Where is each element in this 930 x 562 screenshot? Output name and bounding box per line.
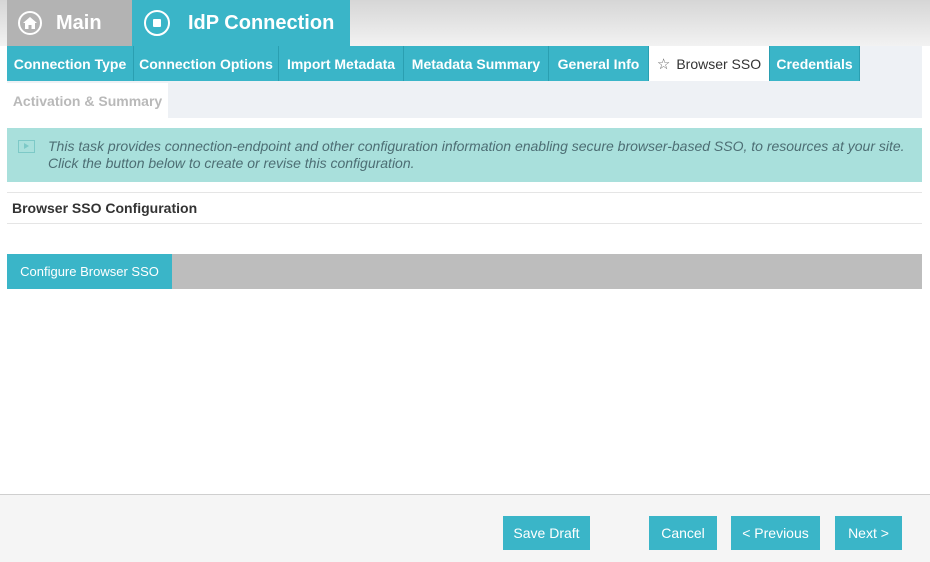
section-title: Browser SSO Configuration [7, 192, 922, 224]
tab-label: Browser SSO [676, 55, 762, 72]
tab-metadata-summary[interactable]: Metadata Summary [404, 46, 549, 81]
info-icon [18, 140, 35, 153]
tab-connection-options[interactable]: Connection Options [134, 46, 279, 81]
tab-label: Activation & Summary [12, 92, 163, 109]
tab-label: Connection Type [13, 55, 127, 72]
tab-activation-summary: Activation & Summary [7, 83, 168, 118]
tab-label: Connection Options [139, 55, 273, 72]
configure-browser-sso-button[interactable]: Configure Browser SSO [7, 254, 172, 289]
idp-connection-tab-label: IdP Connection [188, 11, 335, 34]
tab-credentials[interactable]: Credentials [769, 46, 860, 81]
main-tab[interactable]: Main [7, 0, 132, 46]
tab-import-metadata[interactable]: Import Metadata [279, 46, 404, 81]
tab-label: General Info [557, 55, 640, 72]
wizard-tabs: Connection Type Connection Options Impor… [7, 46, 922, 118]
info-message: This task provides connection-endpoint a… [7, 128, 922, 182]
top-bar: Main IdP Connection [0, 0, 930, 46]
info-text: This task provides connection-endpoint a… [48, 138, 905, 171]
idp-connection-tab[interactable]: IdP Connection [132, 0, 350, 46]
cancel-button[interactable]: Cancel [649, 516, 717, 550]
next-button[interactable]: Next > [835, 516, 902, 550]
stop-icon [144, 10, 170, 36]
configure-bar: Configure Browser SSO [7, 254, 922, 289]
home-icon [18, 11, 42, 35]
footer: Save Draft Cancel < Previous Next > [0, 494, 930, 562]
tab-general-info[interactable]: General Info [549, 46, 649, 81]
tab-label: Import Metadata [286, 55, 396, 72]
tab-connection-type[interactable]: Connection Type [7, 46, 134, 81]
tab-browser-sso[interactable]: ☆ Browser SSO [649, 46, 769, 81]
previous-button[interactable]: < Previous [731, 516, 820, 550]
tab-label: Credentials [776, 55, 853, 72]
main-tab-label: Main [56, 11, 102, 34]
save-draft-button[interactable]: Save Draft [503, 516, 590, 550]
star-icon: ☆ [656, 55, 671, 73]
tab-label: Metadata Summary [411, 55, 541, 72]
